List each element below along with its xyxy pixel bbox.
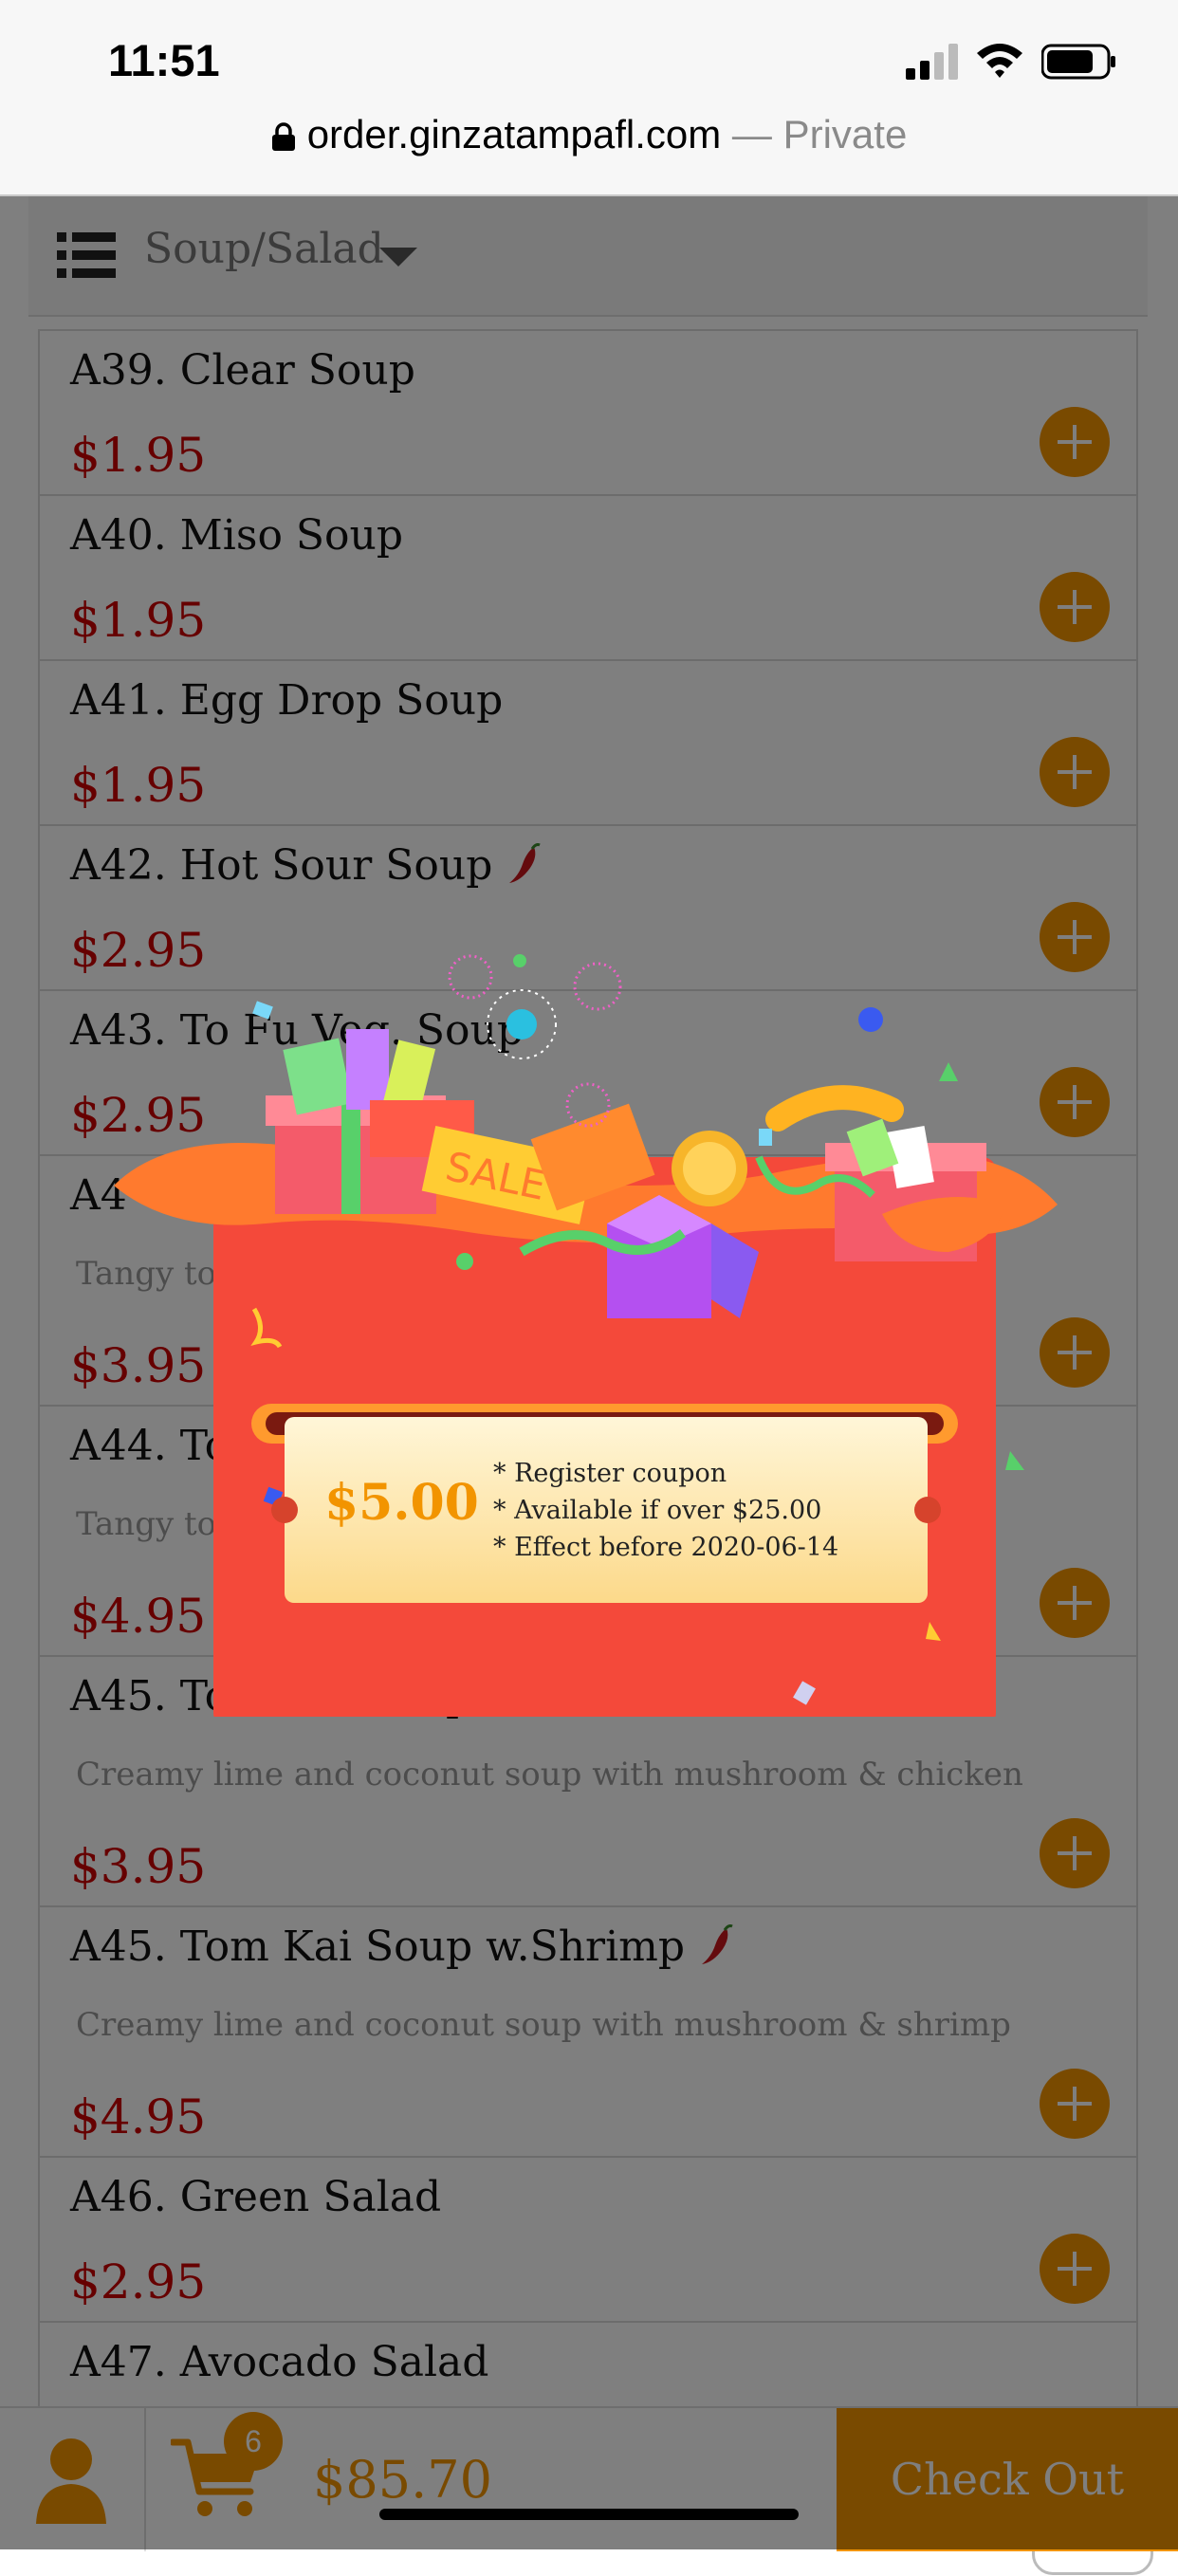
cellular-signal-icon: [906, 44, 958, 80]
status-bar: 11:51 order.ginzatampafl.com — Private: [0, 0, 1178, 194]
ticket-notch-right: [914, 1497, 941, 1523]
coupon-line-expiry: * Effect before 2020-06-14: [493, 1533, 839, 1562]
coupon-ticket[interactable]: $5.00 * Register coupon * Available if o…: [271, 1417, 941, 1603]
coupon-line-minimum: * Available if over $25.00: [493, 1496, 822, 1525]
battery-icon: [1041, 44, 1115, 80]
home-indicator[interactable]: [379, 2509, 799, 2520]
url-domain: order.ginzatampafl.com: [306, 112, 722, 156]
wifi-icon: [977, 44, 1022, 78]
coupon-terms: * Register coupon * Available if over $2…: [493, 1455, 838, 1566]
status-time: 11:51: [108, 35, 220, 85]
coupon-amount: $5.00: [324, 1474, 479, 1532]
address-bar[interactable]: order.ginzatampafl.com — Private: [0, 112, 1178, 157]
coupon-line-register: * Register coupon: [493, 1459, 727, 1488]
lock-icon: [271, 122, 295, 151]
ticket-notch-left: [271, 1497, 298, 1523]
private-mode-label: Private: [782, 112, 908, 156]
url-separator: —: [721, 112, 783, 156]
